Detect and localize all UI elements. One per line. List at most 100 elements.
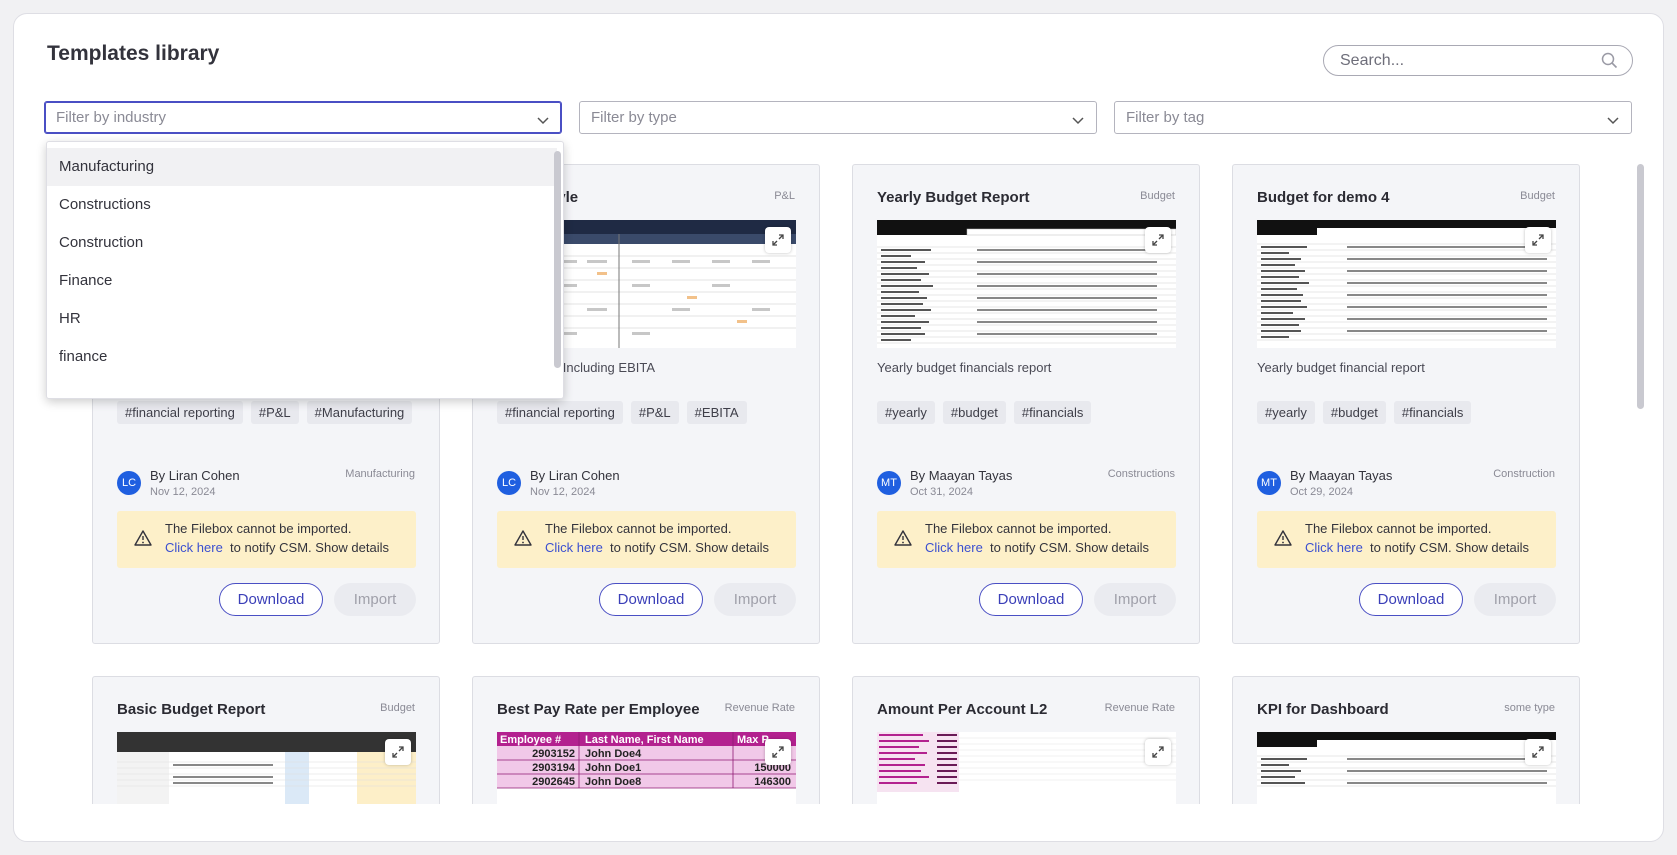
import-button[interactable]: Import	[1094, 583, 1176, 616]
avatar: MT	[1257, 471, 1281, 495]
import-button[interactable]: Import	[714, 583, 796, 616]
expand-icon[interactable]	[1145, 227, 1171, 253]
tag[interactable]: #financial reporting	[497, 401, 623, 424]
show-details-link[interactable]: Show details	[1075, 540, 1149, 555]
import-button[interactable]: Import	[1474, 583, 1556, 616]
dropdown-scrollbar[interactable]	[554, 151, 561, 368]
expand-icon[interactable]	[1525, 739, 1551, 765]
notify-csm-link[interactable]: Click here	[165, 540, 223, 555]
template-preview[interactable]	[117, 732, 416, 804]
tag[interactable]: #yearly	[1257, 401, 1315, 424]
template-preview[interactable]: Employee # Last Name, First Name Max P 2…	[497, 732, 796, 804]
dropdown-option[interactable]: HR	[47, 300, 557, 338]
search-box[interactable]	[1323, 45, 1633, 76]
tag[interactable]: #financials	[1393, 401, 1472, 424]
dropdown-option[interactable]: Constructions	[47, 186, 557, 224]
author-info: LC By Liran Cohen Nov 12, 2024	[497, 468, 797, 500]
template-preview[interactable]	[877, 732, 1176, 804]
author-name: By Liran Cohen	[530, 468, 620, 483]
template-preview[interactable]	[1257, 220, 1556, 348]
show-details-link[interactable]: Show details	[695, 540, 769, 555]
card-title: Best Pay Rate per Employee	[497, 701, 700, 718]
tag[interactable]: #financial reporting	[117, 401, 243, 424]
tag-list: #yearly #budget #financials	[1257, 401, 1567, 430]
chevron-down-icon[interactable]	[537, 112, 549, 130]
page-scrollbar[interactable]	[1637, 164, 1644, 409]
card-type: Budget	[380, 702, 415, 714]
expand-icon[interactable]	[1145, 739, 1171, 765]
chevron-down-icon[interactable]	[1607, 112, 1619, 130]
expand-icon[interactable]	[385, 739, 411, 765]
filter-tag[interactable]	[1114, 101, 1632, 134]
warning-text: to notify CSM.	[610, 540, 692, 555]
warning-icon	[894, 530, 912, 551]
warning-text: to notify CSM.	[990, 540, 1072, 555]
tag[interactable]: #P&L	[630, 401, 679, 424]
pay-table-cell: 146300	[754, 776, 791, 788]
search-input[interactable]	[1340, 46, 1590, 75]
dropdown-option[interactable]: finance	[47, 338, 557, 376]
template-card[interactable]: Amount Per Account L2 Revenue Rate	[852, 676, 1200, 804]
filter-industry[interactable]	[44, 101, 562, 134]
pay-table-cell: 2902645	[532, 776, 575, 788]
filter-industry-input[interactable]	[56, 102, 516, 133]
dropdown-option[interactable]: Construction	[47, 224, 557, 262]
tag[interactable]: #Manufacturing	[306, 401, 413, 424]
expand-icon[interactable]	[1525, 227, 1551, 253]
tag[interactable]: #financials	[1013, 401, 1092, 424]
import-warning: The Filebox cannot be imported. Click he…	[117, 511, 416, 568]
template-preview[interactable]	[1257, 732, 1556, 804]
tag[interactable]: #budget	[1322, 401, 1386, 424]
tag-list: #yearly #budget #financials	[877, 401, 1187, 430]
expand-icon[interactable]	[765, 227, 791, 253]
created-date: Oct 29, 2024	[1290, 486, 1353, 498]
card-type: Revenue Rate	[1104, 702, 1175, 714]
created-date: Oct 31, 2024	[910, 486, 973, 498]
template-preview[interactable]	[877, 220, 1176, 348]
warning-message: The Filebox cannot be imported.	[925, 521, 1112, 536]
warning-actions: Click here to notify CSM. Show details	[925, 540, 1149, 555]
expand-icon[interactable]	[765, 739, 791, 765]
download-button[interactable]: Download	[219, 583, 323, 616]
dropdown-option[interactable]: Finance	[47, 262, 557, 300]
tag[interactable]: #yearly	[877, 401, 935, 424]
notify-csm-link[interactable]: Click here	[1305, 540, 1363, 555]
template-card[interactable]: KPI for Dashboard some type	[1232, 676, 1580, 804]
template-card[interactable]: Best Pay Rate per Employee Revenue Rate …	[472, 676, 820, 804]
author-name: By Liran Cohen	[150, 468, 240, 483]
search-icon[interactable]	[1601, 52, 1618, 74]
created-date: Nov 12, 2024	[150, 486, 216, 498]
card-title: Yearly Budget Report	[877, 189, 1030, 206]
show-details-link[interactable]: Show details	[1455, 540, 1529, 555]
avatar: LC	[117, 471, 141, 495]
filter-type-input[interactable]	[591, 102, 1051, 133]
show-details-link[interactable]: Show details	[315, 540, 389, 555]
notify-csm-link[interactable]: Click here	[545, 540, 603, 555]
card-description: Yearly budget financial report	[1257, 360, 1425, 375]
tag[interactable]: #budget	[942, 401, 1006, 424]
filter-type[interactable]	[579, 101, 1097, 134]
filter-tag-input[interactable]	[1126, 102, 1586, 133]
import-button[interactable]: Import	[334, 583, 416, 616]
card-type: Budget	[1140, 190, 1175, 202]
template-card[interactable]: Budget for demo 4 Budget Yearly budget f…	[1232, 164, 1580, 644]
card-title: KPI for Dashboard	[1257, 701, 1389, 718]
chevron-down-icon[interactable]	[1072, 112, 1084, 130]
avatar: LC	[497, 471, 521, 495]
download-button[interactable]: Download	[979, 583, 1083, 616]
warning-icon	[514, 530, 532, 551]
pay-table-header: Last Name, First Name	[585, 734, 704, 746]
template-card[interactable]: Yearly Budget Report Budget Yearly budge…	[852, 164, 1200, 644]
notify-csm-link[interactable]: Click here	[925, 540, 983, 555]
dropdown-option[interactable]: Manufacturing	[47, 148, 557, 186]
download-button[interactable]: Download	[599, 583, 703, 616]
page-title: Templates library	[47, 42, 220, 65]
download-button[interactable]: Download	[1359, 583, 1463, 616]
industry-label: Manufacturing	[345, 468, 415, 480]
tag[interactable]: #EBITA	[686, 401, 747, 424]
template-card[interactable]: Basic Budget Report Budget	[92, 676, 440, 804]
warning-message: The Filebox cannot be imported.	[545, 521, 732, 536]
created-date: Nov 12, 2024	[530, 486, 596, 498]
card-type: some type	[1504, 702, 1555, 714]
tag[interactable]: #P&L	[250, 401, 299, 424]
